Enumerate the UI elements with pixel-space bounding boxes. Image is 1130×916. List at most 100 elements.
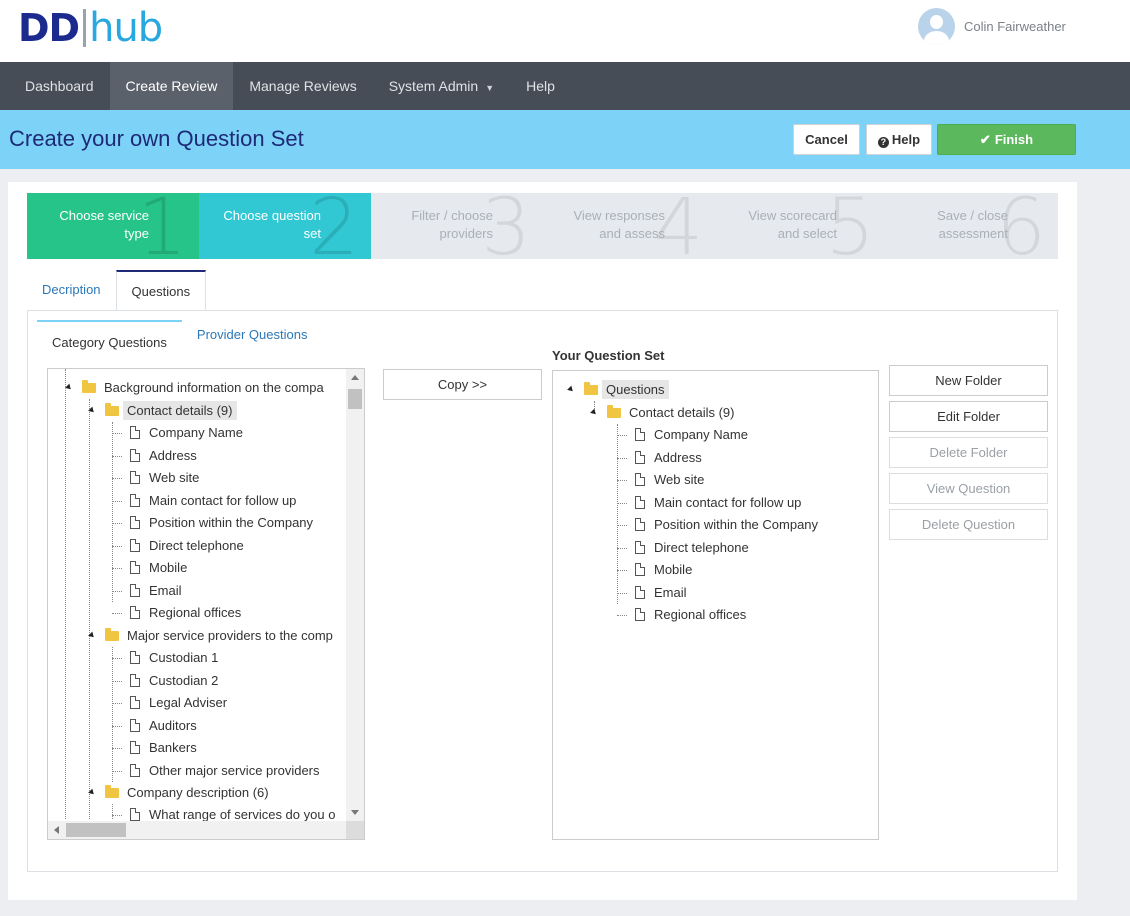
nav-dashboard[interactable]: Dashboard — [0, 62, 110, 110]
tab-provider-questions[interactable]: Provider Questions — [182, 320, 323, 350]
tree-question-item[interactable]: Regional offices — [130, 602, 241, 624]
scroll-down-icon[interactable] — [351, 810, 359, 815]
tree-question-item[interactable]: Main contact for follow up — [130, 490, 296, 512]
tree-question-item[interactable]: Custodian 2 — [130, 670, 218, 692]
copy-button[interactable]: Copy >> — [383, 369, 542, 400]
tree-question-label: Address — [654, 449, 702, 465]
your-question-set-tree[interactable]: Questions Contact details (9) Company Name… — [552, 370, 879, 840]
scroll-left-icon[interactable] — [54, 826, 59, 834]
expand-toggle-icon[interactable] — [65, 383, 73, 392]
nav-help[interactable]: Help — [510, 62, 571, 110]
tree-connector-line — [617, 570, 627, 571]
document-icon — [635, 585, 645, 599]
tree-question-item[interactable]: Auditors — [130, 715, 197, 737]
expand-toggle-icon[interactable] — [88, 406, 96, 415]
tree-folder[interactable]: Contact details (9) — [88, 400, 237, 422]
document-icon — [130, 718, 140, 732]
ddhub-logo[interactable]: DD hub — [18, 5, 163, 51]
tree-question-item[interactable]: Direct telephone — [130, 535, 244, 557]
vertical-scrollbar[interactable] — [346, 369, 364, 821]
tree-folder[interactable]: Questions — [567, 379, 669, 401]
tree-question-item[interactable]: Main contact for follow up — [635, 492, 801, 514]
tree-connector-line — [89, 399, 90, 819]
tree-folder[interactable]: Background information on the compa — [65, 377, 328, 399]
tree-question-item[interactable]: Position within the Company — [130, 512, 313, 534]
tree-question-label: Direct telephone — [654, 539, 749, 555]
new-folder-button[interactable]: New Folder — [889, 365, 1048, 396]
document-icon — [130, 606, 140, 619]
document-icon — [130, 741, 140, 754]
document-icon — [130, 808, 140, 821]
document-icon — [130, 696, 140, 709]
tab-questions[interactable]: Questions — [115, 270, 207, 311]
document-icon — [635, 450, 645, 464]
finish-button[interactable]: ✔ Finish — [937, 124, 1076, 155]
tree-question-item[interactable]: Company Name — [130, 422, 243, 444]
expand-toggle-icon[interactable] — [590, 408, 598, 417]
tree-question-item[interactable]: Web site — [130, 467, 199, 489]
tree-question-label: Main contact for follow up — [149, 492, 297, 508]
tree-question-item[interactable]: Address — [635, 447, 702, 469]
tree-question-label: Direct telephone — [149, 537, 244, 553]
tree-question-item[interactable]: Email — [130, 580, 182, 602]
step-3[interactable]: 3 Filter / choose providers — [371, 193, 543, 259]
nav-manage-reviews[interactable]: Manage Reviews — [233, 62, 372, 110]
view-question-button[interactable]: View Question — [889, 473, 1048, 504]
edit-folder-button[interactable]: Edit Folder — [889, 401, 1048, 432]
horizontal-scrollbar[interactable] — [48, 821, 348, 839]
tree-folder-label: Contact details (9) — [123, 401, 237, 420]
folder-open-icon — [607, 405, 621, 418]
tree-question-item[interactable]: Legal Adviser — [130, 692, 227, 714]
delete-question-button[interactable]: Delete Question — [889, 509, 1048, 540]
scroll-thumb[interactable] — [348, 389, 362, 409]
tree-folder[interactable]: Company description (6) — [88, 782, 273, 804]
step-1[interactable]: 1 Choose service type — [27, 193, 199, 259]
expand-toggle-icon[interactable] — [88, 788, 96, 797]
user-menu[interactable]: Colin Fairweather — [918, 8, 1066, 45]
expand-toggle-icon[interactable] — [88, 631, 96, 640]
step-6[interactable]: 6 Save / close assessment — [887, 193, 1058, 259]
step-label: View scorecard and select — [748, 208, 837, 241]
tree-question-item[interactable]: Email — [635, 582, 687, 604]
tree-folder[interactable]: Major service providers to the comp — [88, 625, 337, 647]
tree-question-item[interactable]: Other major service providers — [130, 760, 320, 782]
tree-question-item[interactable]: Bankers — [130, 737, 197, 759]
tree-connector-line — [112, 590, 122, 592]
help-button[interactable]: ? Help — [866, 124, 932, 155]
tree-question-item[interactable]: Direct telephone — [635, 537, 749, 559]
tree-connector-line — [112, 545, 122, 547]
nav-create-review[interactable]: Create Review — [109, 62, 234, 110]
tree-question-item[interactable]: Regional offices — [635, 604, 746, 626]
expand-toggle-icon[interactable] — [567, 385, 575, 394]
tree-question-item[interactable]: Mobile — [635, 559, 692, 581]
document-icon — [130, 426, 140, 439]
tree-question-item[interactable]: Company Name — [635, 424, 748, 446]
user-name: Colin Fairweather — [964, 19, 1066, 34]
cancel-button[interactable]: Cancel — [793, 124, 860, 155]
tree-folder[interactable]: Contact details (9) — [590, 402, 739, 424]
step-4[interactable]: 4 View responses and assess — [543, 193, 715, 259]
logo-divider — [83, 9, 87, 47]
step-label: Choose service type — [59, 208, 149, 241]
tree-question-item[interactable]: Web site — [635, 469, 704, 491]
logo-hub-text: hub — [89, 5, 163, 51]
tree-connector-line — [617, 435, 627, 436]
delete-folder-button[interactable]: Delete Folder — [889, 437, 1048, 468]
scroll-up-icon[interactable] — [351, 375, 359, 380]
tab-category-questions[interactable]: Category Questions — [37, 320, 182, 350]
tree-question-item[interactable]: Custodian 1 — [130, 647, 218, 669]
page-title-bar: Create your own Question Set Cancel ? Hel… — [0, 110, 1130, 169]
document-icon — [635, 540, 645, 554]
tree-connector-line — [112, 725, 122, 727]
category-questions-tree[interactable]: Background information on the compa Conta… — [47, 368, 365, 840]
scroll-thumb[interactable] — [66, 823, 126, 837]
tree-connector-line — [112, 804, 113, 819]
tree-question-item[interactable]: Mobile — [130, 557, 187, 579]
tab-description[interactable]: Decription — [27, 270, 116, 311]
tree-question-item[interactable]: Address — [130, 445, 197, 467]
step-5[interactable]: 5 View scorecard and select — [715, 193, 887, 259]
step-label: View responses and assess — [573, 208, 665, 241]
step-2[interactable]: 2 Choose question set — [199, 193, 371, 259]
tree-question-item[interactable]: Position within the Company — [635, 514, 818, 536]
nav-system-admin[interactable]: System Admin ▼ — [373, 62, 510, 110]
